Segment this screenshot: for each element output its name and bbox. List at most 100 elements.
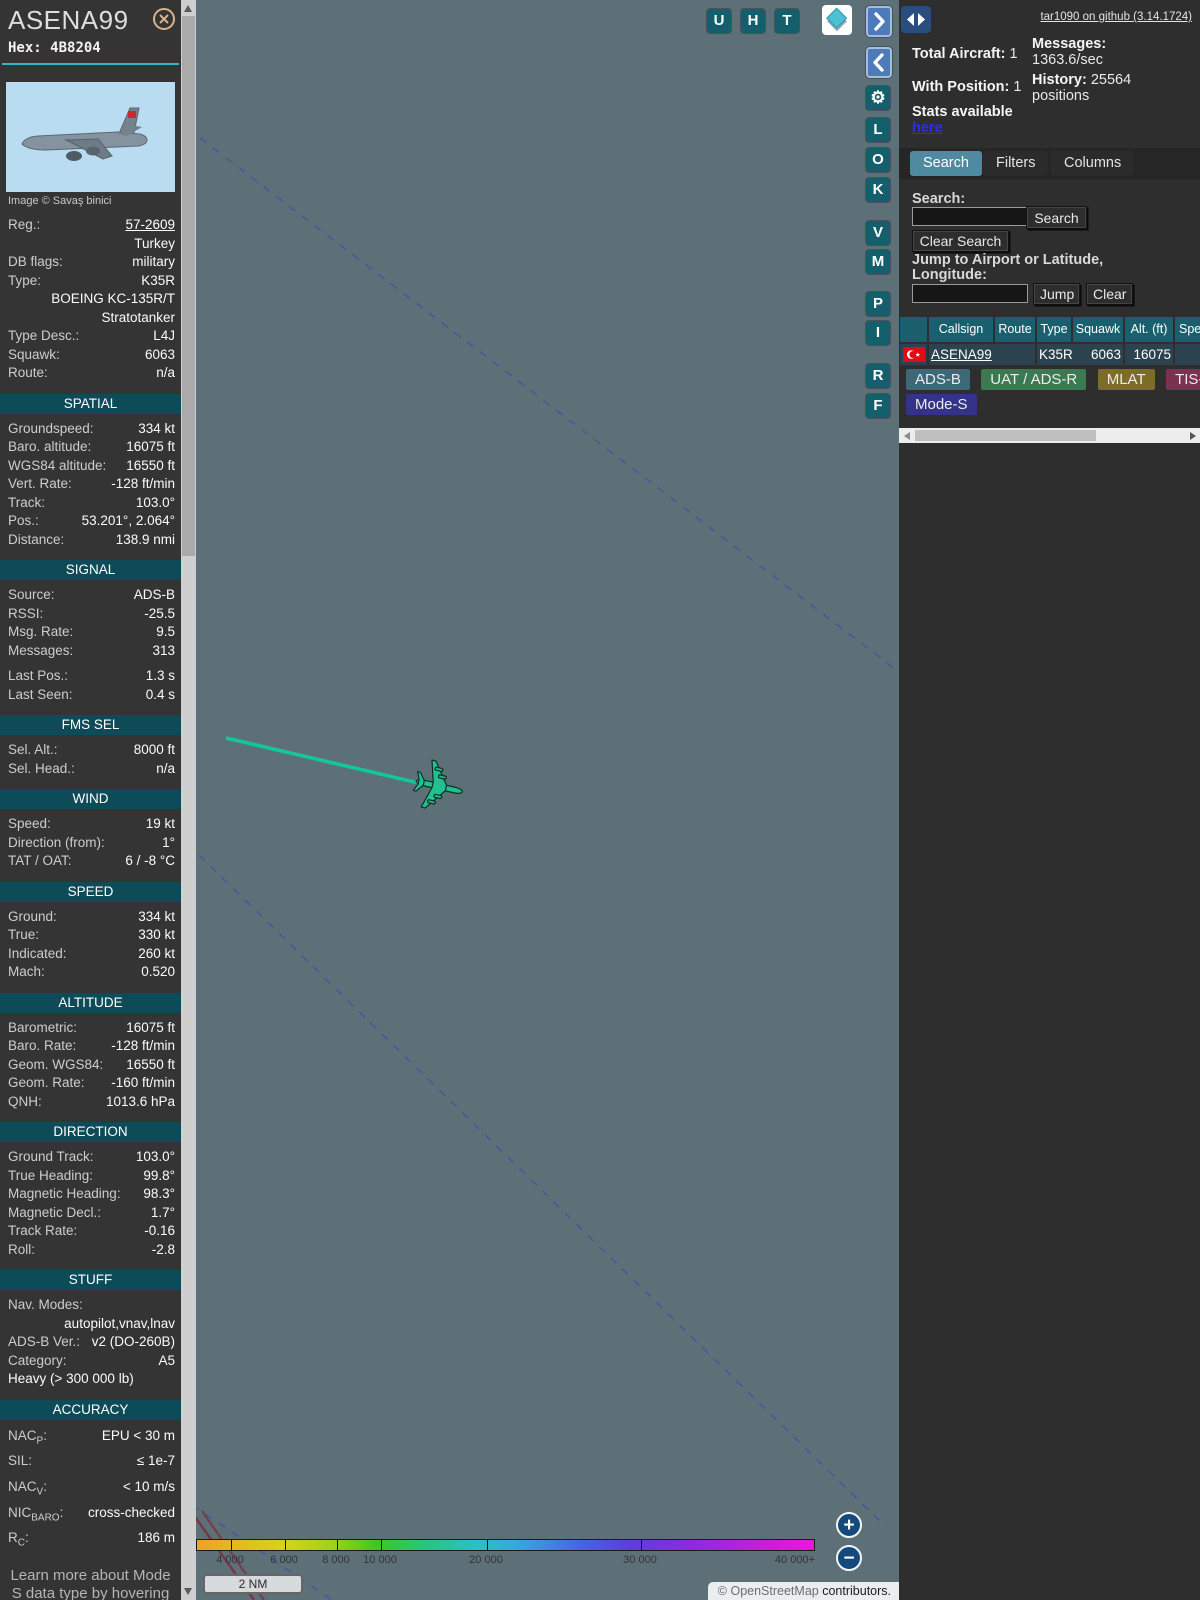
toggle-units-button[interactable]: U	[707, 9, 731, 33]
osm-link[interactable]: © OpenStreetMap	[718, 1584, 819, 1598]
badge-modes[interactable]: Mode-S	[906, 394, 977, 415]
info-row-typedesc: Type Desc.: L4J	[8, 328, 175, 343]
source-badges-row1: ADS-B UAT / ADS-R MLAT TIS-B	[906, 369, 1200, 390]
search-button[interactable]: Search	[1026, 206, 1087, 229]
tab-search[interactable]: Search	[910, 151, 982, 176]
map-canvas[interactable]: U H T ⚙ L O K V M P I R F 4 000 6 000 8 …	[196, 0, 899, 1600]
map-button-k[interactable]: K	[866, 178, 890, 202]
zoom-out-button[interactable]: −	[836, 1545, 862, 1571]
section-header-speed: SPEED	[0, 881, 181, 902]
total-aircraft-stat: Total Aircraft: 1	[912, 46, 1018, 62]
section-header-stuff: STUFF	[0, 1270, 181, 1290]
info-row-country: Turkey	[134, 235, 175, 251]
messages-stat-label: Messages:	[1032, 36, 1107, 52]
turkey-flag-icon	[903, 347, 925, 362]
jump-input[interactable]	[912, 284, 1028, 303]
section-header-altitude: ALTITUDE	[0, 992, 181, 1013]
scroll-right-arrow[interactable]	[1190, 431, 1196, 440]
github-version-link[interactable]: tar1090 on github (3.14.1724)	[1040, 11, 1192, 23]
stats-here-link[interactable]: here	[912, 120, 943, 136]
map-button-multiselect[interactable]: M	[866, 250, 890, 274]
legend-label: 40 000+	[774, 1554, 815, 1566]
info-row-type: Type: K35R	[8, 272, 175, 288]
legend-label: 8 000	[322, 1554, 350, 1566]
section-header-accuracy: ACCURACY	[0, 1399, 181, 1420]
panel-collapse-button[interactable]	[866, 47, 892, 78]
badge-uat-adsr[interactable]: UAT / ADS-R	[981, 369, 1087, 390]
hex-code: Hex: 4B8204	[8, 40, 181, 56]
toggle-tracks-button[interactable]: T	[775, 9, 799, 33]
search-label: Search:	[912, 191, 966, 207]
map-button-persistence[interactable]: P	[866, 292, 890, 316]
tab-columns[interactable]: Columns	[1051, 151, 1135, 176]
settings-gear-icon[interactable]: ⚙	[866, 86, 890, 110]
info-row-squawk: Squawk: 6063	[8, 346, 175, 362]
clear-search-button[interactable]: Clear Search	[912, 230, 1009, 252]
col-route[interactable]: Route	[995, 317, 1035, 342]
search-input[interactable]	[912, 207, 1028, 226]
legend-label: 4 000	[216, 1554, 244, 1566]
aircraft-photo[interactable]	[6, 82, 175, 192]
col-squawk[interactable]: Squawk	[1073, 317, 1123, 342]
hscrollbar-thumb[interactable]	[915, 430, 1096, 441]
panel-tabbar: Search Filters Columns	[899, 148, 1200, 179]
left-right-arrows-icon	[907, 13, 925, 26]
row-route[interactable]	[995, 344, 1035, 365]
jump-button[interactable]: Jump	[1033, 283, 1080, 305]
close-icon[interactable]	[152, 7, 176, 31]
category-description: Heavy (> 300 000 lb)	[8, 1371, 134, 1386]
jump-label: Jump to Airport or Latitude, Longitude:	[912, 252, 1104, 283]
zoom-in-button[interactable]: +	[836, 1512, 862, 1538]
map-button-isolate[interactable]: I	[866, 321, 890, 345]
badge-mlat[interactable]: MLAT	[1097, 369, 1155, 390]
badge-tisb[interactable]: TIS-B	[1166, 369, 1200, 390]
col-speed[interactable]: Speed	[1175, 317, 1200, 342]
section-header-fms: FMS SEL	[0, 715, 181, 735]
col-alt[interactable]: Alt. (ft)	[1125, 317, 1173, 342]
sidebar-scrollbar-thumb[interactable]	[182, 16, 195, 556]
col-callsign[interactable]: Callsign	[929, 317, 993, 342]
aircraft-icon[interactable]	[409, 758, 465, 814]
registration-link[interactable]: 57-2609	[125, 216, 175, 235]
legend-label: 10 000	[363, 1554, 397, 1566]
scroll-left-arrow[interactable]	[904, 431, 910, 440]
row-type[interactable]: K35R	[1037, 344, 1073, 365]
col-flag[interactable]	[900, 317, 927, 342]
mode-s-hint: Learn more about Mode S data type by hov…	[10, 1566, 171, 1600]
panel-expand-button[interactable]	[866, 6, 892, 37]
badge-adsb[interactable]: ADS-B	[906, 369, 970, 390]
table-horizontal-scrollbar[interactable]	[899, 428, 1200, 443]
map-button-follow[interactable]: F	[866, 394, 890, 418]
info-row-typelong1: BOEING KC-135R/T	[51, 291, 175, 306]
history-stat: History: 25564	[1032, 72, 1132, 88]
toggle-heatmap-button[interactable]: H	[741, 9, 765, 33]
legend-label: 6 000	[270, 1554, 298, 1566]
tab-filters[interactable]: Filters	[983, 151, 1049, 176]
info-row-dbflags: DB flags: military	[8, 254, 175, 269]
panel-width-toggle[interactable]	[901, 6, 931, 33]
jump-clear-button[interactable]: Clear	[1086, 283, 1133, 305]
legend-label: 30 000	[623, 1554, 657, 1566]
flag-cell[interactable]	[900, 344, 927, 365]
map-attribution: © OpenStreetMap contributors.	[707, 1582, 899, 1600]
aircraft-list-panel: tar1090 on github (3.14.1724) Total Airc…	[899, 0, 1200, 1600]
layers-button[interactable]	[822, 5, 852, 35]
row-callsign[interactable]: ASENA99	[929, 344, 995, 365]
graticule-dashed-line	[198, 854, 887, 1528]
scroll-up-arrow[interactable]	[184, 5, 192, 12]
map-button-labels[interactable]: L	[866, 118, 890, 142]
tar1090-app: ASENA99 Hex: 4B8204 Image © Savaş binici…	[0, 0, 1200, 1600]
info-row-reg: Reg.: 57-2609	[0, 216, 181, 235]
row-alt[interactable]: 16075	[1125, 344, 1173, 365]
section-header-signal: SIGNAL	[0, 560, 181, 580]
chevron-left-icon	[873, 53, 884, 72]
scroll-down-arrow[interactable]	[184, 1588, 192, 1595]
row-speed[interactable]	[1175, 344, 1200, 365]
aircraft-detail-sidebar: ASENA99 Hex: 4B8204 Image © Savaş binici…	[0, 0, 181, 1600]
map-button-range[interactable]: R	[866, 364, 890, 388]
sidebar-scrollbar[interactable]	[181, 0, 196, 1600]
map-button-overlays[interactable]: O	[866, 148, 890, 172]
map-button-v[interactable]: V	[866, 221, 890, 245]
col-type[interactable]: Type	[1037, 317, 1071, 342]
row-squawk[interactable]: 6063	[1073, 344, 1123, 365]
